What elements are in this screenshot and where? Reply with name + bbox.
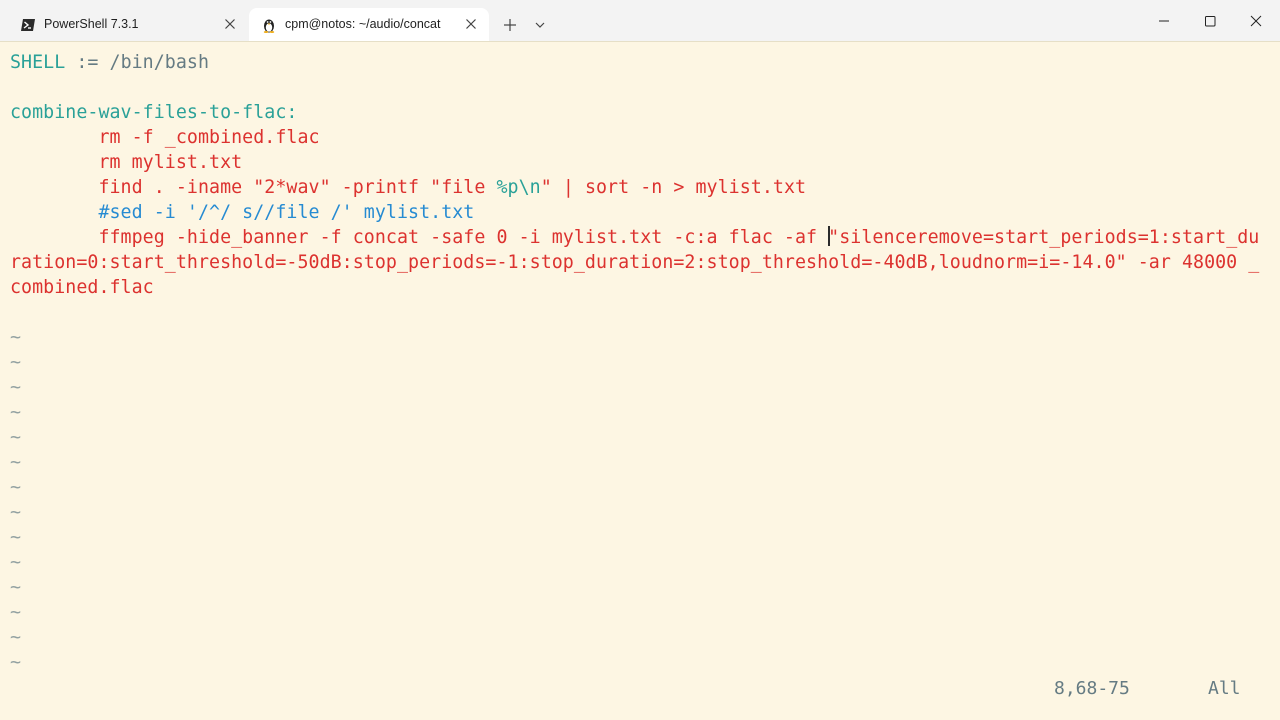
tab-ssh-session[interactable]: cpm@notos: ~/audio/concat — [249, 8, 489, 41]
tab-title: cpm@notos: ~/audio/concat — [285, 17, 441, 31]
title-bar: PowerShell 7.3.1 cpm@notos: ~/audio/conc… — [0, 0, 1280, 41]
recipe-text: ffmpeg -hide_banner -f concat -safe 0 -i… — [10, 227, 829, 248]
empty-line-tilde: ~ — [10, 377, 22, 398]
tab-title: PowerShell 7.3.1 — [44, 17, 139, 31]
empty-line-tilde: ~ — [10, 552, 22, 573]
plus-icon[interactable] — [500, 15, 520, 35]
shell-variable: SHELL — [10, 52, 66, 73]
close-tab-icon[interactable] — [465, 18, 477, 30]
assign-operator: := — [65, 52, 110, 73]
empty-line-tilde: ~ — [10, 627, 22, 648]
empty-line-tilde: ~ — [10, 527, 22, 548]
recipe-text: "silenceremove=start_periods=1:start_du — [828, 227, 1260, 248]
close-icon[interactable] — [1247, 12, 1265, 30]
minimize-icon[interactable] — [1155, 12, 1173, 30]
tab-powershell[interactable]: PowerShell 7.3.1 — [8, 8, 248, 41]
cursor-position: 8,68-75 — [1054, 678, 1130, 699]
linux-penguin-icon — [263, 19, 275, 33]
powershell-icon — [21, 19, 35, 31]
empty-line-tilde: ~ — [10, 352, 22, 373]
empty-line-tilde: ~ — [10, 502, 22, 523]
chevron-down-icon[interactable] — [532, 17, 548, 33]
empty-line-tilde: ~ — [10, 452, 22, 473]
empty-line-tilde: ~ — [10, 477, 22, 498]
recipe-text: " | sort -n > mylist.txt — [540, 177, 807, 198]
scroll-indicator: All — [1208, 678, 1241, 699]
empty-line-tilde: ~ — [10, 652, 22, 673]
recipe-line-wrapped: combined.flac — [10, 277, 154, 298]
recipe-line-wrapped: ration=0:start_threshold=-50dB:stop_peri… — [10, 252, 1260, 273]
maximize-icon[interactable] — [1201, 12, 1219, 30]
recipe-text: find . -iname "2*wav" -printf "file — [10, 177, 497, 198]
shell-value: /bin/bash — [109, 52, 210, 73]
comment-line: #sed -i '/^/ s//file /' mylist.txt — [10, 202, 475, 223]
terminal-window: PowerShell 7.3.1 cpm@notos: ~/audio/conc… — [0, 0, 1280, 720]
format-specifier: %p\n — [496, 177, 541, 198]
recipe-line: ffmpeg -hide_banner -f concat -safe 0 -i… — [10, 225, 1259, 250]
empty-line-tilde: ~ — [10, 427, 22, 448]
empty-line-tilde: ~ — [10, 402, 22, 423]
recipe-line: find . -iname "2*wav" -printf "file %p\n… — [10, 175, 806, 200]
recipe-line: rm mylist.txt — [10, 152, 243, 173]
editor-line-1: SHELL := /bin/bash — [10, 50, 209, 75]
recipe-line: rm -f _combined.flac — [10, 127, 320, 148]
empty-line-tilde: ~ — [10, 602, 22, 623]
empty-line-tilde: ~ — [10, 577, 22, 598]
close-tab-icon[interactable] — [224, 18, 236, 30]
terminal-buffer[interactable]: SHELL := /bin/bash combine-wav-files-to-… — [0, 41, 1280, 720]
empty-line-tilde: ~ — [10, 327, 22, 348]
make-target: combine-wav-files-to-flac: — [10, 102, 298, 123]
